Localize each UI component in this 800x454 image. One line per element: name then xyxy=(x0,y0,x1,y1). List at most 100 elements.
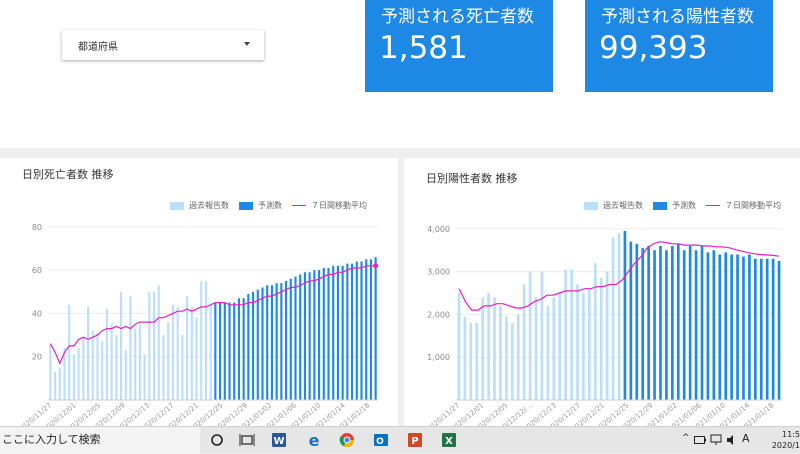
chrome-icon[interactable] xyxy=(338,431,356,449)
past-bar xyxy=(516,314,520,400)
past-bar xyxy=(209,304,212,400)
legend-avg-label: ７日間移動平均 xyxy=(725,201,781,210)
forecast-bar xyxy=(700,245,704,400)
forecast-bar xyxy=(223,302,226,400)
word-icon[interactable]: W xyxy=(270,431,288,449)
past-bar xyxy=(82,337,85,400)
forecast-bar xyxy=(332,265,335,400)
taskbar-search-box[interactable]: ここに入力して検索 xyxy=(0,427,200,454)
past-bar xyxy=(134,328,137,400)
past-bar xyxy=(176,306,179,400)
legend-past-swatch xyxy=(170,201,184,210)
powerpoint-icon[interactable]: P xyxy=(406,431,424,449)
y-tick-label: 3,000 xyxy=(427,268,450,277)
chevron-down-icon[interactable] xyxy=(244,42,250,46)
forecast-bar xyxy=(369,259,372,400)
moving-average-line xyxy=(49,265,376,365)
svg-text:e: e xyxy=(309,432,320,448)
forecast-bar xyxy=(671,245,674,400)
taskbar-search-text: ここに入力して検索 xyxy=(2,433,101,446)
past-bar xyxy=(143,354,146,400)
y-tick-label: 1,000 xyxy=(427,353,450,362)
forecast-bar xyxy=(270,285,273,400)
y-tick-label: 2,000 xyxy=(427,310,450,319)
past-bar xyxy=(186,296,189,400)
task-view-icon[interactable] xyxy=(238,431,256,449)
past-bar xyxy=(162,335,165,400)
battery-icon[interactable] xyxy=(694,435,706,445)
past-bar xyxy=(540,271,544,400)
prefecture-dropdown[interactable]: 都道府県 xyxy=(62,30,264,60)
forecast-bar xyxy=(351,263,354,400)
forecast-bar xyxy=(365,259,368,400)
volume-icon[interactable] xyxy=(726,434,738,446)
past-bar xyxy=(68,304,71,400)
forecast-bar xyxy=(748,254,751,400)
past-bar xyxy=(77,348,80,400)
past-bar xyxy=(129,296,132,400)
forecast-bar xyxy=(266,285,269,400)
forecast-bar xyxy=(346,263,349,400)
forecast-bar xyxy=(242,298,245,400)
forecast-bar xyxy=(237,298,240,400)
past-bar xyxy=(469,322,473,400)
legend-past-label: 過去報告数 xyxy=(189,201,229,210)
prefecture-dropdown-label: 都道府県 xyxy=(78,41,118,53)
y-tick-label: 40 xyxy=(32,309,42,318)
forecast-bar xyxy=(676,243,680,400)
legend-forecast-swatch xyxy=(653,201,667,210)
forecast-bar xyxy=(718,254,722,400)
deaths-chart: 204060802020/11/272020/12/012020/12/0520… xyxy=(17,223,379,433)
forecast-bar xyxy=(712,250,716,400)
past-bar xyxy=(204,280,207,400)
excel-icon[interactable]: X xyxy=(440,431,458,449)
forecast-bar xyxy=(629,241,633,400)
kpi-card-positives: 予測される陽性者数 99,393 xyxy=(585,0,773,92)
past-bar xyxy=(481,297,485,400)
edge-icon[interactable]: e xyxy=(305,431,323,449)
forecast-bar xyxy=(261,287,264,400)
cortana-icon[interactable] xyxy=(208,431,226,449)
past-bar xyxy=(157,285,160,400)
past-bar xyxy=(457,293,461,400)
network-icon[interactable] xyxy=(710,434,722,446)
legend-avg-line xyxy=(706,205,720,206)
forecast-bar xyxy=(313,270,316,400)
legend-forecast-label: 予測数 xyxy=(258,201,282,210)
forecast-bar xyxy=(647,245,650,400)
forecast-bar xyxy=(308,272,311,400)
past-bar xyxy=(87,306,90,400)
forecast-bar xyxy=(659,245,662,400)
kpi-label-positives: 予測される陽性者数 xyxy=(601,7,754,27)
forecast-bar xyxy=(771,258,775,400)
past-bar xyxy=(190,306,193,400)
past-bar xyxy=(534,297,538,400)
ime-indicator[interactable]: A xyxy=(742,432,750,445)
past-bar xyxy=(475,322,479,400)
past-bar xyxy=(570,269,573,400)
forecast-bar xyxy=(736,254,739,400)
forecast-bar xyxy=(688,245,692,400)
forecast-bar xyxy=(765,258,769,400)
past-bar xyxy=(463,316,467,400)
y-tick-label: 20 xyxy=(32,353,42,362)
forecast-bar xyxy=(303,272,306,400)
past-bar xyxy=(96,332,99,400)
positives-chart-panel: 日別陽性者数 推移 過去報告数 予測数 ７日間移動平均 1,000 2,000 3,… xyxy=(404,158,800,439)
past-bar xyxy=(617,233,621,400)
forecast-bar xyxy=(653,250,656,400)
clock[interactable]: 11:5 2020/1 xyxy=(760,429,800,451)
forecast-bar xyxy=(623,230,627,400)
legend-forecast-label: 予測数 xyxy=(672,201,696,210)
past-bar xyxy=(582,293,585,400)
forecast-bar xyxy=(322,267,325,400)
system-tray: ^ A 11:5 2020/1 xyxy=(680,427,800,454)
chevron-up-icon[interactable]: ^ xyxy=(682,433,690,443)
legend-past-swatch xyxy=(584,201,598,210)
forecast-bar xyxy=(214,302,217,400)
outlook-icon[interactable]: O xyxy=(372,431,390,449)
past-bar xyxy=(200,280,203,400)
forecast-bar xyxy=(252,291,255,400)
past-bar xyxy=(552,297,556,400)
forecast-bar xyxy=(665,250,668,400)
